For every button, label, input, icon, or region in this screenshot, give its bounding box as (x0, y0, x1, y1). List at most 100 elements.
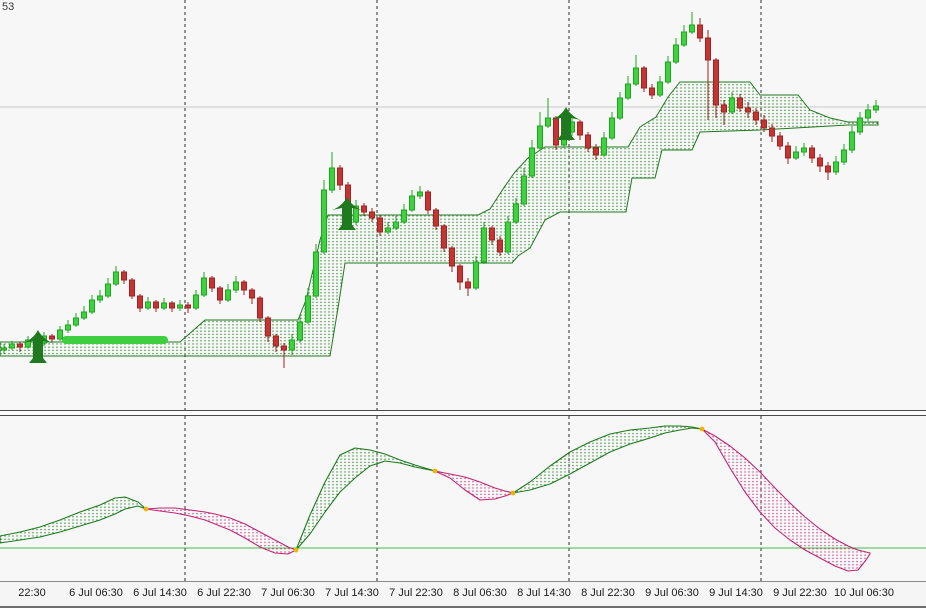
candle (738, 98, 743, 108)
candle (794, 152, 799, 158)
time-axis-label: 9 Jul 22:30 (773, 587, 827, 599)
price-chart-canvas[interactable] (0, 0, 926, 410)
time-axis-label: 6 Jul 22:30 (197, 587, 251, 599)
candle (130, 280, 135, 296)
ribbon-segment-green (0, 497, 146, 543)
candle (82, 312, 87, 318)
candle (826, 166, 831, 172)
indicator-chart-canvas[interactable] (0, 416, 926, 581)
crossover-dot (144, 507, 149, 512)
candle (610, 118, 615, 138)
support-bar (62, 336, 168, 344)
candle (666, 62, 671, 82)
candle (642, 68, 647, 88)
candle (370, 212, 375, 218)
time-axis-label: 22:30 (18, 587, 46, 599)
candle (746, 108, 751, 112)
candle (114, 272, 119, 284)
candle (770, 128, 775, 136)
candle (106, 284, 111, 296)
candle (274, 336, 279, 346)
candle (290, 340, 295, 350)
candle (122, 272, 127, 280)
time-axis: 22:306 Jul 06:306 Jul 14:306 Jul 22:307 … (0, 581, 926, 606)
candle (434, 210, 439, 226)
candles-series (2, 12, 879, 368)
crossover-dot (511, 491, 516, 496)
candle (210, 278, 215, 288)
ribbon-segment-magenta (146, 508, 296, 554)
candle (386, 228, 391, 232)
candle (626, 84, 631, 98)
candle (546, 118, 551, 126)
indicator-grid (185, 416, 761, 581)
candle (146, 302, 151, 308)
price-scale-label: 53 (2, 1, 14, 13)
candle (506, 222, 511, 252)
time-axis-label: 7 Jul 14:30 (325, 587, 379, 599)
candle (818, 158, 823, 166)
candle (426, 192, 431, 210)
trading-chart-window: 53 22:306 Jul 06:306 Jul 14:306 Jul 22:3… (0, 0, 926, 608)
candle (306, 296, 311, 322)
candle (674, 45, 679, 62)
candle (442, 226, 447, 248)
candle (658, 82, 663, 95)
candle (634, 68, 639, 84)
price-panel: 53 (0, 0, 926, 410)
candle (618, 98, 623, 118)
candle (714, 60, 719, 105)
time-axis-label: 10 Jul 06:30 (834, 587, 894, 599)
candle (802, 148, 807, 152)
candle (66, 325, 71, 330)
candle (410, 196, 415, 210)
candle (378, 218, 383, 232)
candle (10, 344, 15, 348)
candle (698, 25, 703, 38)
ribbon-segment-magenta (702, 429, 870, 571)
indicator-panel (0, 416, 926, 581)
candle (762, 120, 767, 128)
candle (90, 300, 95, 312)
candle (2, 348, 7, 350)
time-axis-label: 6 Jul 06:30 (69, 587, 123, 599)
candle (314, 252, 319, 296)
candle (58, 330, 63, 339)
time-axis-label: 8 Jul 06:30 (453, 587, 507, 599)
candle (650, 88, 655, 95)
candle (554, 118, 559, 145)
candle (458, 266, 463, 282)
candle (834, 162, 839, 172)
crossover-dot (294, 548, 299, 553)
candle (18, 344, 23, 347)
candle (602, 138, 607, 155)
time-axis-label: 8 Jul 14:30 (517, 587, 571, 599)
candle (514, 204, 519, 222)
candle (394, 222, 399, 228)
candle (418, 192, 423, 196)
candle (586, 135, 591, 148)
candle (186, 305, 191, 308)
candle (234, 282, 239, 290)
candle (786, 146, 791, 158)
candle (322, 190, 327, 252)
candle (170, 303, 175, 308)
ribbon-segment-magenta (435, 471, 513, 500)
candle (842, 150, 847, 162)
candle (778, 136, 783, 146)
candle (490, 228, 495, 240)
candle (266, 318, 271, 336)
candle (450, 248, 455, 266)
candle (722, 105, 727, 112)
candle (250, 290, 255, 298)
candle (474, 262, 479, 288)
candle (866, 110, 871, 118)
candle (522, 176, 527, 204)
candle (682, 32, 687, 45)
candle (578, 122, 583, 135)
candle (330, 168, 335, 190)
candle (706, 38, 711, 60)
candle (538, 126, 543, 148)
time-axis-label: 9 Jul 06:30 (645, 587, 699, 599)
candle (338, 168, 343, 185)
